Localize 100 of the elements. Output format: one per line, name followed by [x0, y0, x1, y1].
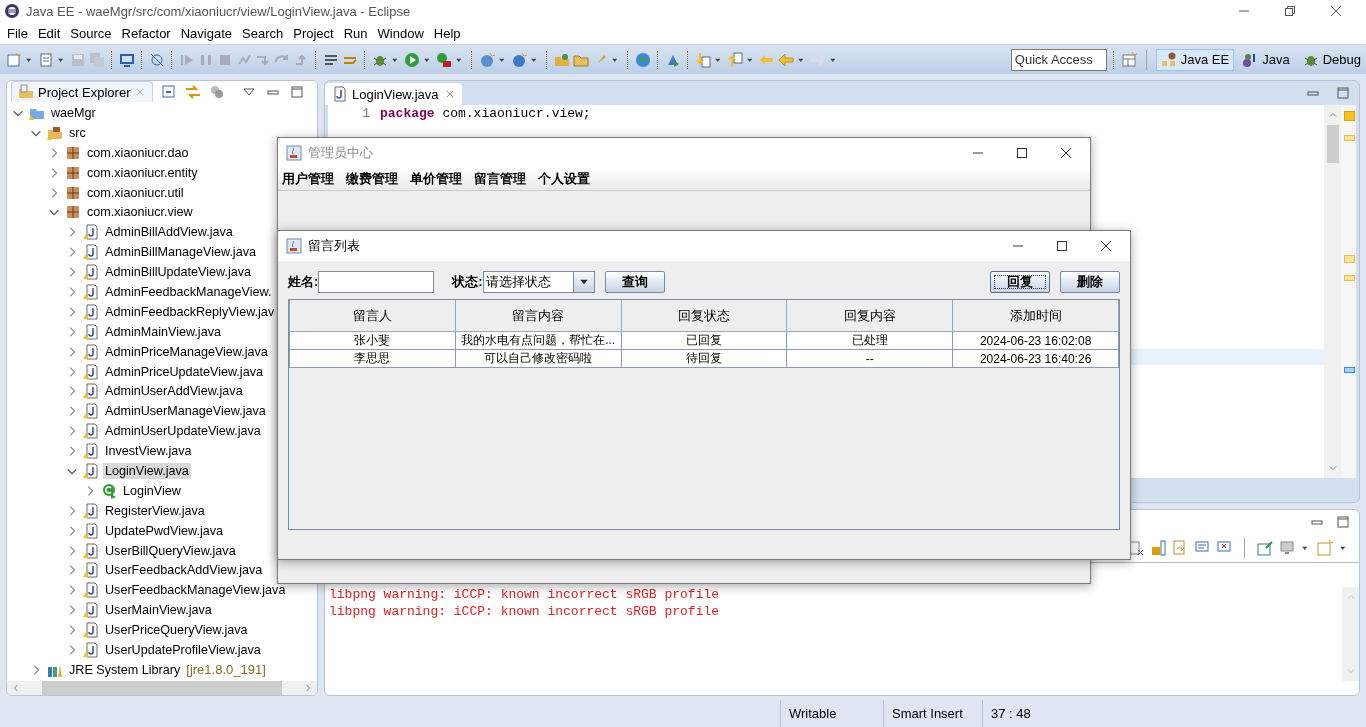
perspective-button[interactable]: Java EE — [1155, 48, 1235, 71]
warning-marker[interactable] — [1344, 135, 1355, 141]
tree-item[interactable]: UserFeedbackManageView.java — [103, 582, 288, 599]
tree-item[interactable]: UserPriceQueryView.java — [103, 622, 250, 639]
skip-breakpoints-icon[interactable] — [149, 51, 165, 68]
tree-item[interactable]: AdminMainView.java — [103, 323, 223, 340]
new-file-icon[interactable] — [38, 51, 54, 68]
menu-item[interactable]: Edit — [32, 25, 66, 41]
menu-item[interactable]: 用户管理 — [282, 170, 334, 188]
new-class-icon[interactable] — [511, 51, 527, 68]
tree-item[interactable]: com.xiaoniucr.view — [85, 204, 195, 221]
scrollbar-thumb[interactable] — [1326, 125, 1339, 163]
scrollbar-thumb[interactable] — [42, 681, 282, 695]
menu-item[interactable]: Project — [288, 25, 339, 41]
tree-item[interactable]: AdminPriceManageView.java — [103, 343, 270, 360]
close-icon[interactable] — [1098, 238, 1114, 254]
menu-item[interactable]: 单价管理 — [410, 170, 462, 188]
next-annotation-icon[interactable] — [695, 51, 711, 68]
menu-item[interactable]: Refactor — [116, 25, 176, 41]
scroll-lock-icon[interactable] — [1150, 540, 1166, 556]
maximize-icon[interactable] — [1014, 145, 1030, 161]
tree-item[interactable]: AdminUserAddView.java — [103, 383, 245, 400]
tree-item[interactable]: AdminBillUpdateView.java — [103, 264, 254, 281]
filter-icon — [209, 83, 226, 100]
tree-item[interactable]: AdminBillAddView.java — [103, 224, 235, 241]
tree-item[interactable]: RegisterView.java — [103, 502, 207, 519]
close-icon[interactable] — [1328, 3, 1344, 19]
tree-item[interactable]: LoginView — [121, 482, 183, 499]
action-button[interactable]: 回复 — [990, 271, 1050, 293]
tree-item[interactable]: UserMainView.java — [103, 602, 214, 619]
close-icon[interactable] — [1058, 145, 1074, 161]
tree-item[interactable]: JRE System Library — [67, 661, 183, 678]
tree-item[interactable]: AdminFeedbackReplyView.jav — [103, 303, 277, 320]
save-all-icon[interactable] — [89, 51, 105, 68]
tree-item[interactable]: AdminPriceUpdateView.java — [103, 363, 265, 380]
maximize-icon[interactable] — [1054, 238, 1070, 254]
open-perspective-icon[interactable] — [1120, 51, 1137, 68]
tree-item[interactable]: UserBillQueryView.java — [103, 542, 238, 559]
tree-item[interactable]: com.xiaoniucr.util — [85, 184, 186, 201]
clear-console-icon[interactable] — [1128, 540, 1144, 556]
query-button[interactable]: 查询 — [604, 271, 665, 293]
menu-item[interactable]: Run — [338, 25, 373, 41]
menu-item[interactable]: Navigate — [175, 25, 237, 41]
view-tab[interactable]: Project Explorer — [11, 81, 154, 102]
maximize-view-icon[interactable] — [289, 83, 306, 100]
warning-marker[interactable] — [1344, 111, 1355, 121]
column-header[interactable]: 回复状态 — [621, 300, 787, 332]
tree-item[interactable]: UpdatePwdView.java — [103, 522, 226, 539]
column-header[interactable]: 留言内容 — [455, 300, 622, 332]
open-folder-icon[interactable] — [554, 51, 570, 68]
perspective-button[interactable]: Java — [1237, 48, 1295, 71]
collapse-all-icon[interactable] — [161, 83, 178, 100]
link-editor-icon[interactable] — [185, 83, 202, 100]
word-wrap-icon[interactable] — [1172, 540, 1188, 556]
menu-item[interactable]: File — [2, 25, 33, 41]
globe-icon[interactable] — [635, 51, 651, 68]
run-server-icon[interactable] — [436, 51, 452, 68]
menu-item[interactable]: 缴费管理 — [346, 170, 398, 188]
new-icon[interactable] — [6, 51, 22, 68]
perspective-button[interactable]: Debug — [1297, 48, 1366, 71]
tree-item[interactable]: AdminBillManageView.java — [103, 244, 258, 261]
tree-item[interactable]: LoginView.java — [103, 462, 191, 479]
restore-icon[interactable] — [1282, 3, 1298, 19]
menu-item[interactable]: 留言管理 — [474, 170, 526, 188]
monitor-icon[interactable] — [119, 51, 135, 68]
tree-item[interactable]: com.xiaoniucr.entity — [85, 164, 200, 181]
column-header[interactable]: 留言人 — [289, 300, 456, 332]
menu-item[interactable]: Source — [65, 25, 117, 41]
maximize-view-icon[interactable] — [1335, 514, 1351, 530]
status-dropdown[interactable]: 请选择状态 — [482, 271, 595, 293]
tree-item[interactable]: src — [67, 124, 88, 141]
run-icon[interactable] — [404, 51, 420, 68]
status-item: 37 : 48 — [982, 699, 1079, 727]
open-console-icon[interactable] — [1317, 540, 1333, 556]
menu-item[interactable]: Window — [372, 25, 429, 41]
previous-annotation-icon[interactable] — [727, 51, 743, 68]
tree-item[interactable]: AdminFeedbackManageView. — [103, 283, 274, 300]
name-field[interactable] — [318, 271, 435, 293]
warning-marker[interactable] — [1344, 275, 1355, 281]
tree-item[interactable]: UserFeedbackAddView.java — [103, 562, 265, 579]
action-button[interactable]: 删除 — [1060, 271, 1120, 293]
column-header[interactable]: 回复内容 — [786, 300, 953, 332]
maximize-view-icon[interactable] — [1335, 85, 1351, 101]
menu-item[interactable]: Search — [237, 25, 289, 41]
display-console-icon[interactable] — [1279, 540, 1295, 556]
tree-item[interactable]: AdminUserUpdateView.java — [103, 423, 263, 440]
position-marker[interactable] — [1344, 367, 1355, 373]
menu-item[interactable]: 个人设置 — [538, 170, 590, 188]
quick-access-field[interactable]: Quick Access — [1010, 48, 1107, 71]
column-header[interactable]: 添加时间 — [952, 300, 1119, 332]
tree-item[interactable]: waeMgr — [49, 104, 98, 121]
tree-item[interactable]: UserUpdateProfileView.java — [103, 642, 263, 658]
tree-item[interactable]: com.xiaoniucr.dao — [85, 144, 191, 161]
menu-item[interactable]: Help — [428, 25, 466, 41]
warning-marker[interactable] — [1344, 255, 1355, 263]
pin-console-icon[interactable] — [1257, 540, 1273, 556]
tree-item[interactable]: AdminUserManageView.java — [103, 403, 268, 420]
java-file-icon — [83, 244, 99, 261]
tree-item[interactable]: InvestView.java — [103, 443, 194, 460]
editor-tab[interactable]: LoginView.java — [325, 83, 462, 105]
